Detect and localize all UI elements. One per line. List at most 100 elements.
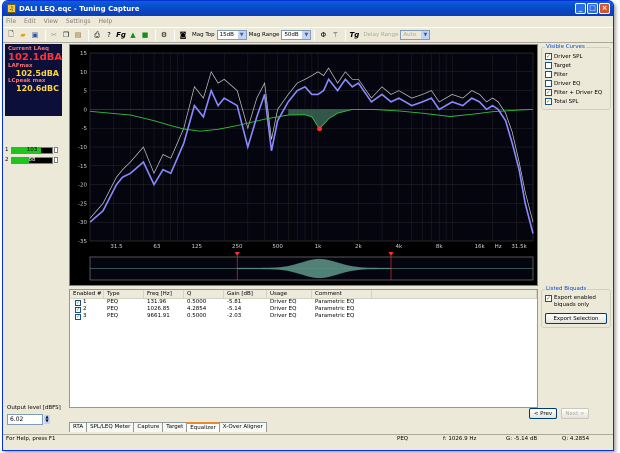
tab-rta[interactable]: RTA [69, 422, 88, 432]
gain-cell: -5.81 [227, 299, 242, 305]
mag-range-label: Mag Range [248, 32, 280, 38]
col-enabled[interactable]: Enabled # [70, 290, 104, 298]
response-plot[interactable]: 15 10 5 0 -5 -10 -15 -20 -25 -30 -35 31.5 63 125 250 50… [70, 45, 537, 285]
tab-spl-leq-meter[interactable]: SPL/LEQ Meter [86, 422, 135, 432]
curve-toggle[interactable]: Target [545, 61, 607, 70]
checkbox[interactable] [545, 80, 552, 87]
row-number: 2 [83, 306, 87, 312]
fg-button[interactable]: Fg [116, 30, 126, 40]
cut-icon[interactable]: ✂ [49, 30, 59, 40]
tab-capture[interactable]: Capture [133, 422, 164, 432]
q-cell: 4.2854 [187, 306, 207, 312]
enabled-cell[interactable]: ✓ 2 [70, 306, 104, 313]
close-button[interactable]: × [599, 3, 610, 14]
x-tick-label: 31.5 [110, 244, 123, 250]
menu-settings[interactable]: Settings [66, 18, 91, 25]
level-bar: 88 [11, 156, 53, 164]
status-gain: G: -5.14 dB [506, 436, 538, 442]
menu-bar: File Edit View Settings Help [3, 16, 613, 26]
delay-range-value: Auto [403, 32, 417, 38]
next-button[interactable]: Next > [561, 408, 589, 419]
tg-button[interactable]: Tg [349, 30, 360, 40]
maximize-button[interactable]: □ [587, 3, 598, 14]
table-row[interactable]: ✓ 2 PEQ 1026.85 4.2854 -5.14 Driver EQ Parametr… [70, 306, 537, 313]
col-q[interactable]: Q [184, 290, 224, 298]
curve-toggle[interactable]: ✓ Filter + Driver EQ [545, 88, 607, 97]
enabled-checkbox[interactable]: ✓ [75, 299, 81, 306]
curve-toggle[interactable]: ✓ Total SPL [545, 97, 607, 106]
filter-icon[interactable]: ⚚ [330, 30, 340, 40]
print-icon[interactable]: ⎙ [92, 30, 102, 40]
camera-icon[interactable]: ◙ [178, 30, 188, 40]
biquad-table[interactable]: Enabled # Type Freq [Hz] Q Gain [dB] Usa… [69, 289, 538, 408]
x-tick-label: 250 [232, 244, 243, 250]
open-folder-icon[interactable]: ▰ [18, 30, 28, 40]
checkbox[interactable] [545, 62, 552, 69]
checkbox[interactable]: ✓ [545, 53, 552, 60]
tab-target[interactable]: Target [162, 422, 188, 432]
col-usage[interactable]: Usage [267, 290, 312, 298]
help-icon[interactable]: ? [104, 30, 114, 40]
minimize-button[interactable]: _ [575, 3, 586, 14]
toolbar: 🗋 ▰ ▣ ✂ ❐ ▤ ⎙ ? Fg ▲ ■ ⚙ ◙ Mag Top 15dB … [3, 27, 613, 43]
mag-top-select[interactable]: 15dB ▼ [216, 30, 247, 40]
x-tick-label: 4k [395, 244, 402, 250]
phase-icon[interactable]: Φ [318, 30, 328, 40]
new-file-icon[interactable]: 🗋 [6, 30, 16, 40]
freq-cell: 1026.85 [147, 306, 170, 312]
type-cell: PEQ [107, 299, 119, 305]
export-selection-button[interactable]: Export Selection [545, 313, 607, 324]
curve-toggle[interactable]: Driver EQ [545, 79, 607, 88]
checkbox[interactable]: ✓ [545, 98, 552, 105]
curve-toggle[interactable]: Filter [545, 70, 607, 79]
capture-box-icon[interactable]: ■ [140, 30, 150, 40]
enabled-checkbox[interactable]: ✓ [75, 313, 81, 320]
menu-view[interactable]: View [44, 18, 58, 25]
x-tick-label: 1k [315, 244, 322, 250]
menu-file[interactable]: File [6, 18, 16, 25]
comment-cell: Parametric EQ [315, 306, 355, 312]
checkbox[interactable] [545, 71, 552, 78]
enabled-cell[interactable]: ✓ 1 [70, 299, 104, 306]
tab-x-over-aligner[interactable]: X-Over Aligner [218, 422, 267, 432]
curve-toggle[interactable]: ✓ Driver SPL [545, 52, 607, 61]
x-tick-label: 125 [192, 244, 203, 250]
settings-icon[interactable]: ⚙ [159, 30, 169, 40]
menu-help[interactable]: Help [99, 18, 113, 25]
table-row[interactable]: ✓ 1 PEQ 131.96 0.5000 -5.81 Driver EQ Parametri… [70, 299, 537, 306]
enabled-cell[interactable]: ✓ 3 [70, 313, 104, 320]
export-enabled-checkbox[interactable]: ✓ [545, 295, 552, 302]
mag-range-select[interactable]: 50dB ▼ [281, 30, 312, 40]
paste-icon[interactable]: ▤ [73, 30, 83, 40]
y-tick-label: -35 [78, 239, 87, 245]
enabled-checkbox[interactable]: ✓ [75, 306, 81, 313]
spin-arrows-icon[interactable]: ▲ ▼ [44, 415, 50, 424]
col-type[interactable]: Type [104, 290, 144, 298]
status-bar: For Help, press F1 PEQ f: 1026.9 Hz G: -… [3, 434, 613, 444]
visible-curves-panel: Visible Curves ✓ Driver SPL Target Filter Dr… [541, 44, 611, 110]
copy-icon[interactable]: ❐ [61, 30, 71, 40]
output-level-field[interactable]: 6.02 ▲ ▼ [7, 414, 50, 425]
table-row[interactable]: ✓ 3 PEQ 9661.91 0.5000 -2.03 Driver EQ Parametr… [70, 313, 537, 320]
col-gain[interactable]: Gain [dB] [224, 290, 267, 298]
delay-range-select[interactable]: Auto ▼ [400, 30, 431, 40]
col-comment[interactable]: Comment [312, 290, 372, 298]
y-tick-label: 10 [80, 70, 87, 76]
capture-green-icon[interactable]: ▲ [128, 30, 138, 40]
title-bar[interactable]: ♫ DALI LEQ.eqc - Tuning Capture _ □ × [3, 1, 613, 16]
q-cell: 0.5000 [187, 313, 207, 319]
checkbox[interactable]: ✓ [545, 89, 552, 96]
usage-cell: Driver EQ [270, 306, 297, 312]
tab-equalizer[interactable]: Equalizer [186, 422, 220, 432]
col-freq[interactable]: Freq [Hz] [144, 290, 184, 298]
peak-indicator [54, 147, 58, 153]
curve-label: Driver SPL [554, 53, 583, 60]
filter-bound-marker [388, 252, 394, 256]
frequency-response-chart[interactable]: 15 10 5 0 -5 -10 -15 -20 -25 -30 -35 31.5 63 125 250 50… [69, 44, 538, 286]
menu-edit[interactable]: Edit [24, 18, 36, 25]
save-icon[interactable]: ▣ [30, 30, 40, 40]
q-cell: 0.5000 [187, 299, 207, 305]
listed-biquads-title: Listed Biquads [546, 286, 587, 292]
y-tick-label: 5 [84, 89, 88, 95]
prev-button[interactable]: < Prev [529, 408, 557, 419]
